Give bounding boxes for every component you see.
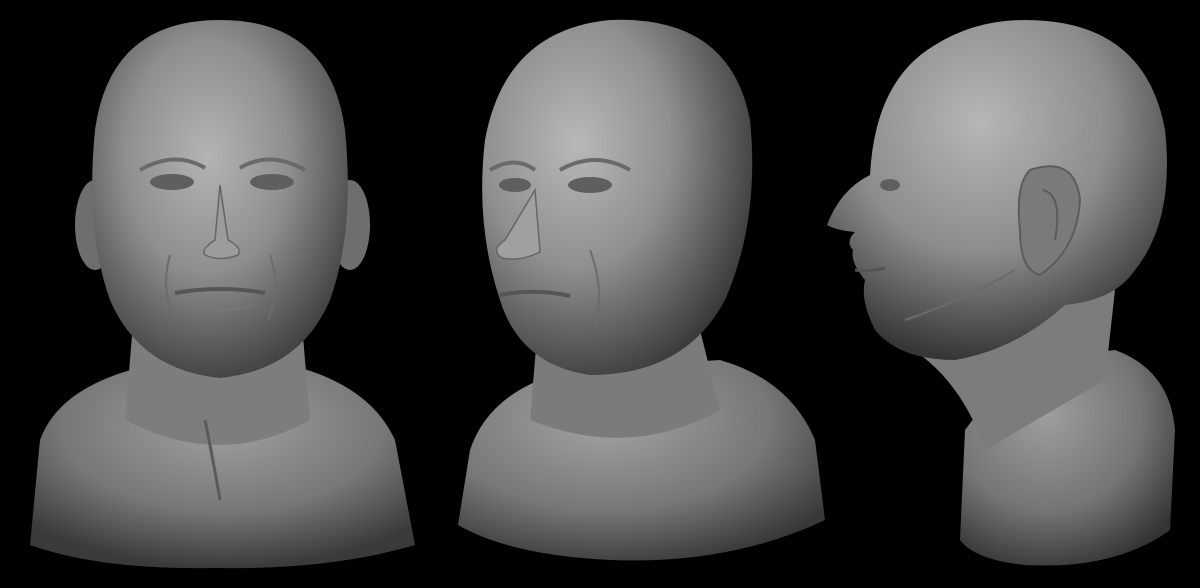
bust-three-quarter-view	[430, 0, 830, 588]
bust-profile-image	[827, 20, 1175, 566]
render-canvas	[0, 0, 1200, 588]
bust-three-quarter-image	[458, 19, 825, 561]
bust-front-image	[30, 20, 415, 569]
bust-profile-view	[815, 0, 1200, 588]
bust-front-view	[0, 0, 420, 588]
